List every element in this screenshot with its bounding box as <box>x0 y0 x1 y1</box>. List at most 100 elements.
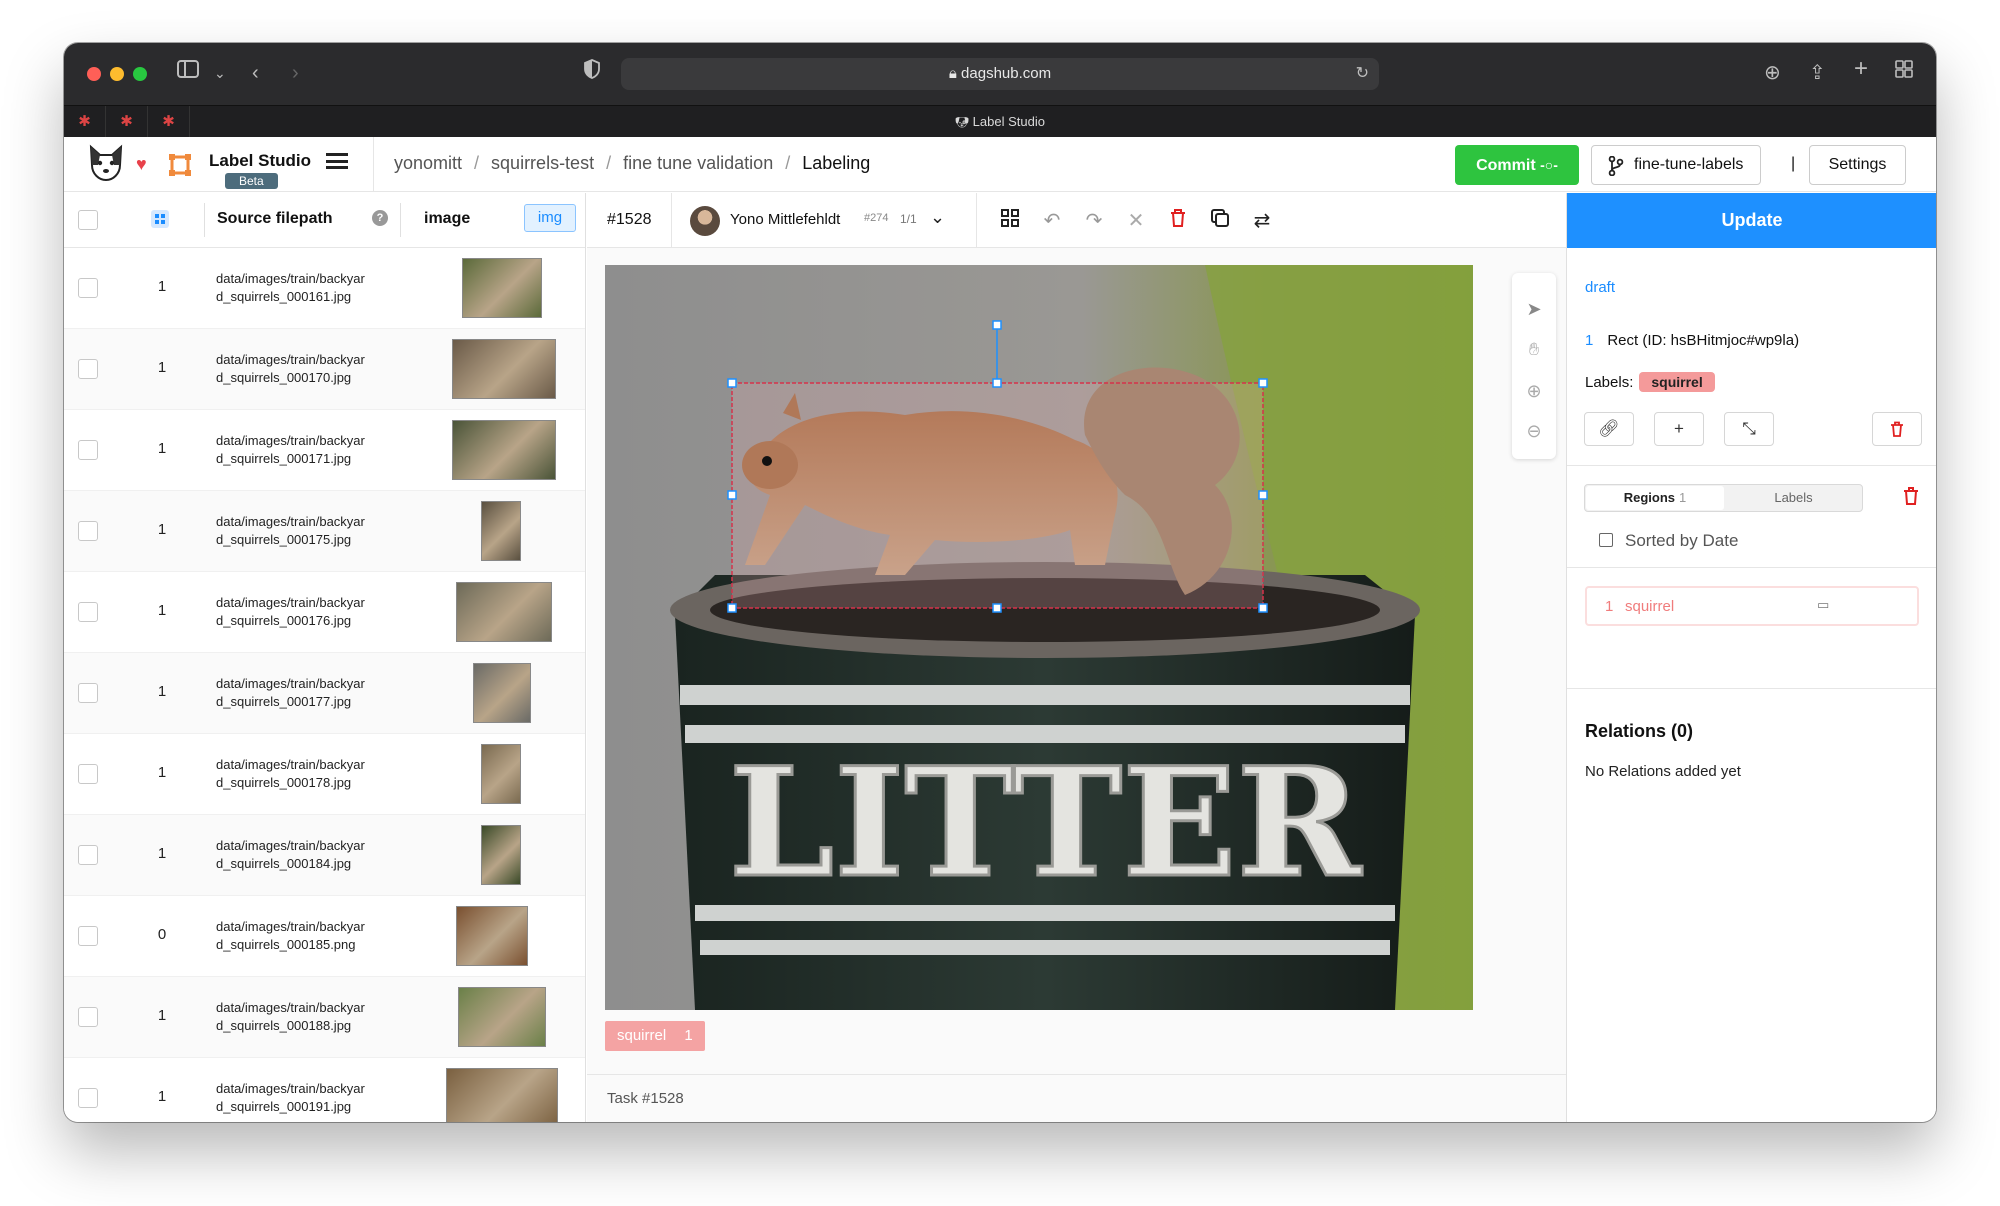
add-region-button[interactable]: + <box>1654 412 1704 446</box>
settings-sliders-icon[interactable]: ⇄ <box>1249 208 1275 234</box>
back-icon[interactable]: ‹ <box>252 59 259 87</box>
column-settings-icon[interactable] <box>150 209 170 229</box>
details-panel: Update draft 1 Rect (ID: hsBHitmjoc#wp9la… <box>1566 193 1936 1122</box>
table-row[interactable]: 1 data/images/train/backyar d_squirrels_00… <box>64 329 585 410</box>
delete-annotation-icon[interactable] <box>1165 208 1191 234</box>
label-chip-squirrel[interactable]: squirrel 1 <box>605 1021 705 1051</box>
minimize-window-button[interactable] <box>110 67 124 81</box>
duplicate-icon[interactable] <box>1207 208 1233 234</box>
close-window-button[interactable] <box>87 67 101 81</box>
squirrel-photo: LITTER <box>605 265 1473 1010</box>
row-checkbox[interactable] <box>78 521 98 541</box>
table-row[interactable]: 1 data/images/train/backyar d_squirrels_00… <box>64 491 585 572</box>
image-thumbnail <box>446 1068 558 1122</box>
delete-all-regions-icon[interactable] <box>1903 487 1919 510</box>
privacy-shield-icon[interactable] <box>584 59 600 87</box>
annotation-count: 1 <box>157 440 167 457</box>
breadcrumb-repo[interactable]: squirrels-test <box>491 153 594 173</box>
pointer-icon[interactable]: ➤ <box>1524 299 1544 319</box>
table-row[interactable]: 1 data/images/train/backyar d_squirrels_00… <box>64 410 585 491</box>
footer-task-id: Task #1528 <box>607 1090 684 1107</box>
downloads-icon[interactable]: ⊕ <box>1764 59 1781 87</box>
collapse-region-button[interactable]: ⤡ <box>1724 412 1774 446</box>
lock-icon: 🔒︎ <box>948 65 957 82</box>
row-checkbox[interactable] <box>78 602 98 622</box>
annotation-count: 1 <box>157 1007 167 1024</box>
tab-bar: ✱ ✱ ✱ 🐶︎ Label Studio <box>64 105 1936 138</box>
image-thumbnail <box>462 258 542 318</box>
row-checkbox[interactable] <box>78 359 98 379</box>
tab-labels[interactable]: Labels <box>1725 486 1862 510</box>
chevron-down-icon[interactable]: ⌄ <box>214 59 226 87</box>
table-row[interactable]: 1 data/images/train/backyar d_squirrels_00… <box>64 815 585 896</box>
row-checkbox[interactable] <box>78 440 98 460</box>
column-image[interactable]: image <box>424 210 470 228</box>
breadcrumb: yonomitt / squirrels-test / fine tune valida… <box>394 153 871 173</box>
settings-button[interactable]: Settings <box>1809 145 1906 185</box>
table-row[interactable]: 1 data/images/train/backyar d_squirrels_00… <box>64 734 585 815</box>
annotation-page: 1/1 <box>900 212 917 226</box>
task-table: Source filepath ? image img 1 data/images… <box>64 193 586 1122</box>
table-row[interactable]: 1 data/images/train/backyar d_squirrels_00… <box>64 572 585 653</box>
share-icon[interactable]: ⇪ <box>1809 59 1826 87</box>
annotation-selector[interactable]: Yono Mittlefehldt #274 1/1 ⌄ <box>671 193 977 248</box>
plus-icon: + <box>1674 419 1684 438</box>
sidebar-toggle-icon[interactable] <box>176 59 200 87</box>
source-filepath: data/images/train/backyar d_squirrels_000… <box>216 433 365 466</box>
update-button[interactable]: Update <box>1567 193 1936 248</box>
row-checkbox[interactable] <box>78 926 98 946</box>
table-row[interactable]: 1 data/images/train/backyar d_squirrels_00… <box>64 653 585 734</box>
annotation-count: 1 <box>157 845 167 862</box>
dagshub-dog-logo-icon <box>89 144 123 182</box>
canvas-tools: ➤ ✋︎ ⊕ ⊖ <box>1512 273 1556 459</box>
branch-button[interactable]: fine-tune-labels <box>1591 145 1761 185</box>
region-list-item[interactable]: 1 squirrel ▭ <box>1585 586 1919 626</box>
tab-regions[interactable]: Regions 1 <box>1586 486 1724 510</box>
zoom-window-button[interactable] <box>133 67 147 81</box>
tab-overview-icon[interactable] <box>1894 59 1914 87</box>
reset-icon[interactable]: ✕ <box>1123 208 1149 234</box>
region-item-label: squirrel <box>1625 598 1675 615</box>
new-tab-icon[interactable]: + <box>1854 55 1868 83</box>
address-bar[interactable]: 🔒︎ dagshub.com ↻ <box>621 58 1379 90</box>
heart-icon: ♥ <box>136 154 147 174</box>
table-row[interactable]: 1 data/images/train/backyar d_squirrels_00… <box>64 248 585 329</box>
labeling-editor: #1528 Yono Mittlefehldt #274 1/1 ⌄ ↶ ↷ ✕… <box>587 193 1566 1122</box>
delete-region-button[interactable] <box>1872 412 1922 446</box>
redo-icon[interactable]: ↷ <box>1081 208 1107 234</box>
active-tab[interactable]: 🐶︎ Label Studio <box>64 114 1936 129</box>
image-thumbnail <box>458 987 546 1047</box>
chevron-down-icon[interactable]: ⌄ <box>930 207 945 228</box>
table-row[interactable]: 1 data/images/train/backyar d_squirrels_00… <box>64 977 585 1058</box>
reload-icon[interactable]: ↻ <box>1356 63 1369 83</box>
select-all-checkbox[interactable] <box>78 210 98 230</box>
annotation-count: 1 <box>157 1088 167 1105</box>
breadcrumb-project[interactable]: fine tune validation <box>623 153 773 173</box>
row-checkbox[interactable] <box>78 764 98 784</box>
row-checkbox[interactable] <box>78 845 98 865</box>
annotation-count: 1 <box>157 764 167 781</box>
commit-button[interactable]: Commit -○- <box>1455 145 1579 185</box>
column-source-filepath[interactable]: Source filepath <box>217 210 333 228</box>
zoom-in-icon[interactable]: ⊕ <box>1524 381 1544 401</box>
avatar <box>690 206 720 236</box>
source-filepath: data/images/train/backyar d_squirrels_000… <box>216 676 365 709</box>
breadcrumb-user[interactable]: yonomitt <box>394 153 462 173</box>
zoom-out-icon[interactable]: ⊖ <box>1524 421 1544 441</box>
row-checkbox[interactable] <box>78 683 98 703</box>
row-checkbox[interactable] <box>78 278 98 298</box>
table-row[interactable]: 1 data/images/train/backyar d_squirrels_00… <box>64 1058 585 1122</box>
image-canvas[interactable]: LITTER <box>605 265 1473 1010</box>
row-checkbox[interactable] <box>78 1088 98 1108</box>
link-region-button[interactable]: 🔗︎ <box>1584 412 1634 446</box>
table-row[interactable]: 0 data/images/train/backyar d_squirrels_00… <box>64 896 585 977</box>
annotation-count: 0 <box>157 926 167 943</box>
undo-icon[interactable]: ↶ <box>1039 208 1065 234</box>
help-icon[interactable]: ? <box>372 210 388 226</box>
hamburger-menu-icon[interactable] <box>326 153 348 169</box>
hand-pan-icon[interactable]: ✋︎ <box>1524 339 1544 359</box>
row-checkbox[interactable] <box>78 1007 98 1027</box>
grid-view-icon[interactable] <box>997 208 1023 234</box>
sort-selector[interactable]: Sorted by Date <box>1599 531 1738 551</box>
forward-icon[interactable]: › <box>292 59 299 87</box>
